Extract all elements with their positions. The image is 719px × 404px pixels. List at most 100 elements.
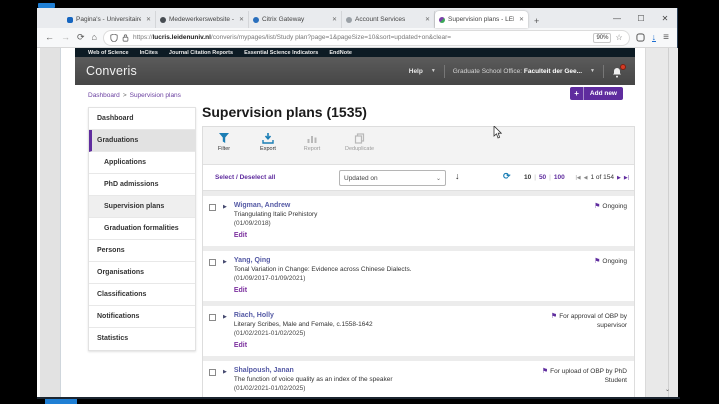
sidebar-item-dashboard[interactable]: Dashboard [89,108,195,130]
edit-link[interactable]: Edit [234,232,318,239]
scrollbar-down-arrow[interactable]: ⌄ [665,386,670,393]
tab-close-icon[interactable]: ✕ [517,16,524,23]
zoom-level-badge[interactable]: 90% [593,33,611,43]
plan-dates: (01/02/2021-01/02/2025) [234,330,373,337]
report-button[interactable]: Report [301,133,323,152]
export-button[interactable]: Export [257,133,279,152]
bookmark-star-icon[interactable]: ☆ [615,33,622,42]
row-checkbox[interactable] [209,314,216,321]
breadcrumb-current[interactable]: Supervision plans [130,92,181,99]
forward-icon[interactable]: → [61,33,70,42]
maximize-button[interactable]: ☐ [629,14,653,23]
sort-field-select[interactable]: Updated on ⌄ [339,170,446,186]
wos-link[interactable]: Web of Science [88,50,129,56]
filter-button[interactable]: Filter [213,133,235,152]
sidebar-item-graduation-formalities[interactable]: Graduation formalities [89,218,195,240]
new-tab-button[interactable]: + [528,16,545,28]
esi-link[interactable]: Essential Science Indicators [244,50,318,56]
url-bar[interactable]: https://lucris.leidenuniv.nl/converis/my… [104,31,629,45]
app-header-right: Help ▼ Graduate School Office: Faculteit… [409,65,624,78]
page-size-50[interactable]: 50 [539,174,546,181]
page-info: 1 of 154 [590,174,614,181]
converis-logo[interactable]: Converis [86,64,137,78]
jcr-link[interactable]: Journal Citation Reports [169,50,233,56]
sidebar-item-organisations[interactable]: Organisations [89,262,195,284]
close-button[interactable]: ✕ [653,14,677,23]
endnote-link[interactable]: EndNote [329,50,352,56]
expand-arrow-icon[interactable]: ▶ [223,204,227,210]
notifications-bell[interactable] [612,65,624,77]
deduplicate-icon [354,133,366,144]
sort-direction-icon[interactable]: ↓ [455,171,460,181]
refresh-icon[interactable]: ⟳ [503,172,511,181]
reload-icon[interactable]: ⟳ [77,33,85,42]
row-content: Yang, Qing Tonal Variation in Change: Ev… [234,257,412,294]
row-checkbox[interactable] [209,204,216,211]
sidebar-item-supervision-plans[interactable]: Supervision plans [89,196,195,218]
role-selector[interactable]: Graduate School Office: Faculteit der Ge… [453,68,582,75]
web-page: Web of Science InCites Journal Citation … [75,48,635,397]
page-size-10[interactable]: 10 [524,174,531,181]
tab-close-icon[interactable]: ✕ [330,16,337,23]
tab-account-services[interactable]: Account Services ✕ [342,11,435,28]
sidebar-item-notifications[interactable]: Notifications [89,306,195,328]
breadcrumb-dashboard[interactable]: Dashboard [88,92,120,99]
shield-icon[interactable] [110,34,118,42]
first-page-icon[interactable]: |◀ [575,175,580,181]
app-header: Converis Help ▼ Graduate School Office: … [75,57,635,85]
tab-citrix[interactable]: Citrix Gateway ✕ [249,11,342,28]
plan-dates: (01/09/2018) [234,220,318,227]
person-link[interactable]: Riach, Holly [234,312,373,319]
taskbar-accent [45,399,77,404]
menu-icon[interactable]: ≡ [663,32,669,43]
back-icon[interactable]: ← [45,33,54,42]
list-control-row: Select / Deselect all Updated on ⌄ ↓ ⟳ 1… [203,165,634,191]
tab-label: Account Services [355,16,420,23]
chevron-down-icon: ▼ [431,68,436,74]
page-size-100[interactable]: 100 [554,174,565,181]
tab-close-icon[interactable]: ✕ [423,16,430,23]
sidebar-item-persons[interactable]: Persons [89,240,195,262]
browser-window: Pagina's - Universitaire Bibl ✕ Medewerk… [37,8,678,397]
tab-medewerkers[interactable]: Medewerkerswebsite - Univ ✕ [156,11,249,28]
person-link[interactable]: Shalpoush, Janan [234,367,393,374]
plus-icon: + [570,87,584,100]
sidebar-item-applications[interactable]: Applications [89,152,195,174]
downloads-icon[interactable]: ↓ [652,34,657,42]
incites-link[interactable]: InCites [140,50,158,56]
sidebar-item-classifications[interactable]: Classifications [89,284,195,306]
minimize-button[interactable]: — [605,14,629,23]
home-icon[interactable]: ⌂ [92,33,97,42]
row-checkbox[interactable] [209,369,216,376]
notification-badge [620,64,626,70]
next-page-icon[interactable]: ▶ [617,175,621,181]
left-margin-strip [40,48,61,397]
last-page-icon[interactable]: ▶| [624,175,629,181]
row-checkbox[interactable] [209,259,216,266]
select-deselect-all-link[interactable]: Select / Deselect all [215,174,275,181]
edit-link[interactable]: Edit [234,342,373,349]
person-link[interactable]: Yang, Qing [234,257,412,264]
tab-supervision-plans-active[interactable]: Supervision plans - LEIDEN ✕ [435,11,528,28]
status-text: For approval of OBP by supervisor [559,313,627,329]
edit-link[interactable]: Edit [234,287,412,294]
deduplicate-button[interactable]: Deduplicate [345,133,374,152]
extensions-icon[interactable] [636,33,645,42]
tab-close-icon[interactable]: ✕ [144,16,151,23]
flag-icon: ⚑ [594,203,600,210]
expand-arrow-icon[interactable]: ▶ [223,369,227,375]
sidebar-item-graduations[interactable]: Graduations [89,130,195,152]
expand-arrow-icon[interactable]: ▶ [223,259,227,265]
vertical-scrollbar[interactable]: ⌄ [645,48,678,397]
prev-page-icon[interactable]: ◀ [584,175,588,181]
tab-pagina[interactable]: Pagina's - Universitaire Bibl ✕ [63,11,156,28]
person-link[interactable]: Wigman, Andrew [234,202,318,209]
sidebar-item-statistics[interactable]: Statistics [89,328,195,350]
expand-arrow-icon[interactable]: ▶ [223,314,227,320]
add-new-button[interactable]: + Add new [570,87,623,100]
tab-close-icon[interactable]: ✕ [237,16,244,23]
sidebar-item-phd-admissions[interactable]: PhD admissions [89,174,195,196]
filter-icon [218,133,230,144]
help-menu[interactable]: Help [409,68,423,75]
divider [444,65,445,78]
